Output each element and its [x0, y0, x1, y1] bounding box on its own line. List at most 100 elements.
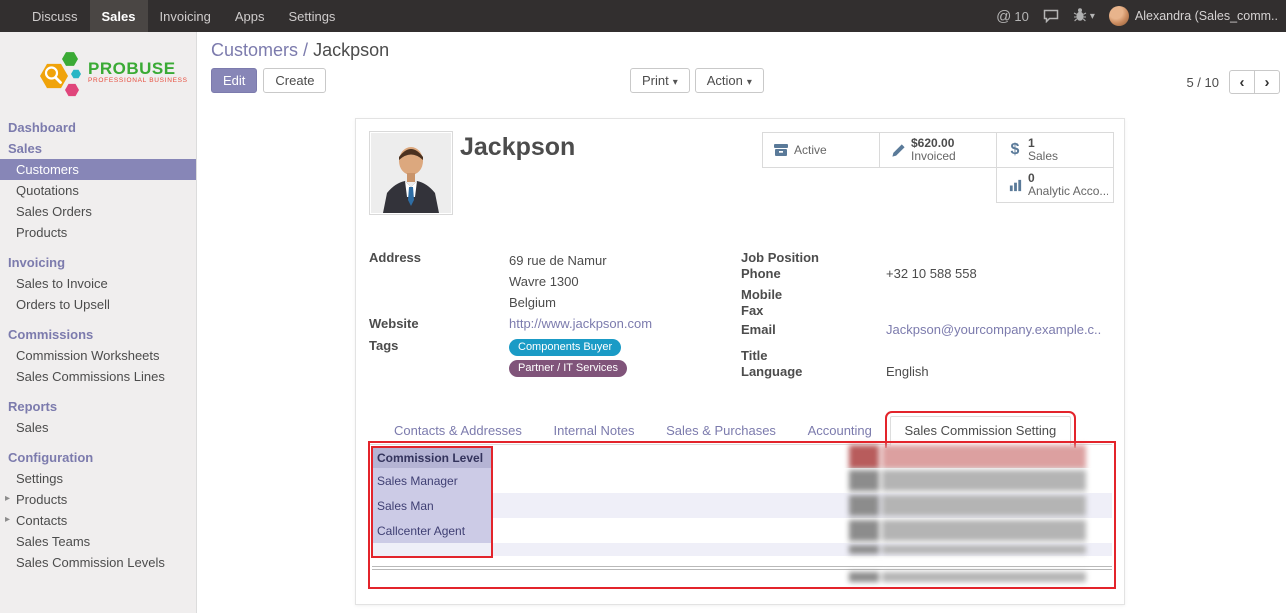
- chevron-down-icon: ▾: [1090, 11, 1095, 22]
- pager: 5 / 10 ‹ ›: [1186, 70, 1280, 94]
- logo-hexagons: [34, 46, 82, 98]
- sidebar-item-config-products[interactable]: ▸Products: [0, 489, 196, 510]
- menu-discuss[interactable]: Discuss: [20, 0, 90, 32]
- form-sheet: Jackpson Active $620.00: [355, 118, 1125, 605]
- commission-level-cell[interactable]: Sales Man: [372, 493, 492, 518]
- sidebar-item-sales-to-invoice[interactable]: Sales to Invoice: [0, 273, 196, 294]
- sidebar-item-orders-to-upsell[interactable]: Orders to Upsell: [0, 294, 196, 315]
- sidebar-item-sales-commissions-lines[interactable]: Sales Commissions Lines: [0, 366, 196, 387]
- sidebar-section-configuration: Configuration Settings ▸Products ▸Contac…: [0, 447, 196, 573]
- sidebar-item-products[interactable]: Products: [0, 222, 196, 243]
- sidebar-item-reports-sales[interactable]: Sales: [0, 417, 196, 438]
- invoiced-stat-button[interactable]: $620.00 Invoiced: [879, 132, 997, 168]
- fax-label: Fax: [741, 303, 886, 319]
- sidebar-item-sales-teams[interactable]: Sales Teams: [0, 531, 196, 552]
- sidebar-item-sales-orders[interactable]: Sales Orders: [0, 201, 196, 222]
- breadcrumb-customers[interactable]: Customers: [211, 40, 298, 60]
- menu-invoicing[interactable]: Invoicing: [148, 0, 223, 32]
- breadcrumb-current: Jackpson: [313, 40, 389, 60]
- sales-stat-button[interactable]: $ 1 Sales: [996, 132, 1114, 168]
- tag-components-buyer[interactable]: Components Buyer: [509, 339, 621, 356]
- address-value[interactable]: 69 rue de Namur Wavre 1300 Belgium: [509, 250, 607, 313]
- tab-accounting[interactable]: Accounting: [794, 417, 886, 445]
- topbar: Discuss Sales Invoicing Apps Settings @ …: [0, 0, 1286, 32]
- mobile-label: Mobile: [741, 287, 886, 303]
- stat-buttons: Active $620.00 Invoiced $ 1: [758, 132, 1114, 202]
- sidebar-item-customers[interactable]: Customers: [0, 159, 196, 180]
- messages-icon[interactable]: [1043, 9, 1059, 23]
- email-label: Email: [741, 322, 886, 338]
- tab-sales-commission-setting[interactable]: Sales Commission Setting: [890, 416, 1072, 446]
- table-footer-row: [372, 570, 1112, 584]
- redacted-block: [849, 545, 1086, 554]
- table-row[interactable]: Sales Manager: [372, 468, 1112, 493]
- pager-previous-button[interactable]: ‹: [1229, 70, 1255, 94]
- customer-photo[interactable]: [369, 131, 453, 215]
- redacted-block: [849, 470, 1086, 491]
- sidebar-section-commissions: Commissions Commission Worksheets Sales …: [0, 324, 196, 387]
- analytic-accounts-stat-button[interactable]: 0 Analytic Acco...: [996, 167, 1114, 203]
- table-row[interactable]: Sales Man: [372, 493, 1112, 518]
- pager-next-button[interactable]: ›: [1254, 70, 1280, 94]
- sidebar-heading-reports[interactable]: Reports: [0, 396, 196, 417]
- left-field-group: Address 69 rue de Namur Wavre 1300 Belgi…: [369, 250, 741, 380]
- tab-sales-purchases[interactable]: Sales & Purchases: [652, 417, 790, 445]
- more-actions: Print▾ Action▾: [630, 68, 764, 93]
- probuse-logo: PROBUSE PROFESSIONAL BUSINESS: [0, 32, 196, 108]
- sidebar-item-settings[interactable]: Settings: [0, 468, 196, 489]
- commission-level-header[interactable]: Commission Level: [372, 448, 492, 468]
- address-label: Address: [369, 250, 509, 313]
- pencil-icon: [885, 143, 911, 158]
- app-window: Discuss Sales Invoicing Apps Settings @ …: [0, 0, 1286, 613]
- active-stat-button[interactable]: Active: [762, 132, 880, 168]
- user-name: Alexandra (Sales_comm..: [1135, 9, 1278, 23]
- commission-level-cell[interactable]: Callcenter Agent: [372, 518, 492, 543]
- main-content: Customers / Jackpson Edit Create Print▾ …: [197, 32, 1286, 613]
- toggle-icon: [768, 142, 794, 158]
- commission-table-header-row: Commission Level: [372, 448, 1112, 468]
- redacted-block: [849, 520, 1086, 541]
- sidebar-heading-configuration[interactable]: Configuration: [0, 447, 196, 468]
- debug-menu[interactable]: ▾: [1073, 7, 1095, 25]
- tab-internal-notes[interactable]: Internal Notes: [540, 417, 649, 445]
- phone-value[interactable]: +32 10 588 558: [886, 266, 977, 282]
- mention-count: 10: [1014, 9, 1028, 24]
- menu-apps[interactable]: Apps: [223, 0, 277, 32]
- menu-sales[interactable]: Sales: [90, 0, 148, 32]
- language-value[interactable]: English: [886, 364, 929, 380]
- user-avatar: [1109, 6, 1129, 26]
- tag-partner-it-services[interactable]: Partner / IT Services: [509, 360, 627, 377]
- sidebar-heading-dashboard[interactable]: Dashboard: [0, 117, 196, 138]
- table-row[interactable]: Callcenter Agent: [372, 518, 1112, 543]
- mentions-counter[interactable]: @ 10: [996, 8, 1029, 25]
- sidebar-item-quotations[interactable]: Quotations: [0, 180, 196, 201]
- print-dropdown[interactable]: Print▾: [630, 68, 690, 93]
- tab-contacts-addresses[interactable]: Contacts & Addresses: [380, 417, 536, 445]
- chevron-down-icon: ▾: [747, 77, 752, 88]
- email-link[interactable]: Jackpson@yourcompany.example.c..: [886, 322, 1101, 338]
- stat-label: Analytic Acco...: [1028, 185, 1108, 198]
- action-dropdown[interactable]: Action▾: [695, 68, 764, 93]
- sidebar-item-sales-commission-levels[interactable]: Sales Commission Levels: [0, 552, 196, 573]
- job-position-label: Job Position: [741, 250, 886, 266]
- sidebar-heading-commissions[interactable]: Commissions: [0, 324, 196, 345]
- user-menu[interactable]: Alexandra (Sales_comm..: [1109, 6, 1278, 26]
- table-gap: [372, 556, 1112, 566]
- commission-level-cell[interactable]: Sales Manager: [372, 468, 492, 493]
- edit-button[interactable]: Edit: [211, 68, 257, 93]
- record-fields: Address 69 rue de Namur Wavre 1300 Belgi…: [369, 250, 1113, 380]
- logo-tagline: PROFESSIONAL BUSINESS: [88, 77, 188, 84]
- sidebar-section-sales: Sales Customers Quotations Sales Orders …: [0, 138, 196, 243]
- sidebar-item-commission-worksheets[interactable]: Commission Worksheets: [0, 345, 196, 366]
- sidebar-heading-sales[interactable]: Sales: [0, 138, 196, 159]
- website-link[interactable]: http://www.jackpson.com: [509, 316, 652, 331]
- record-actions: Edit Create: [211, 68, 326, 93]
- bar-chart-icon: [1002, 178, 1028, 193]
- create-button[interactable]: Create: [263, 68, 326, 93]
- sidebar-heading-invoicing[interactable]: Invoicing: [0, 252, 196, 273]
- notebook-tabs: Contacts & Addresses Internal Notes Sale…: [368, 415, 1112, 445]
- at-icon: @: [996, 8, 1011, 25]
- sidebar-item-config-contacts[interactable]: ▸Contacts: [0, 510, 196, 531]
- website-label: Website: [369, 316, 509, 331]
- menu-settings[interactable]: Settings: [276, 0, 347, 32]
